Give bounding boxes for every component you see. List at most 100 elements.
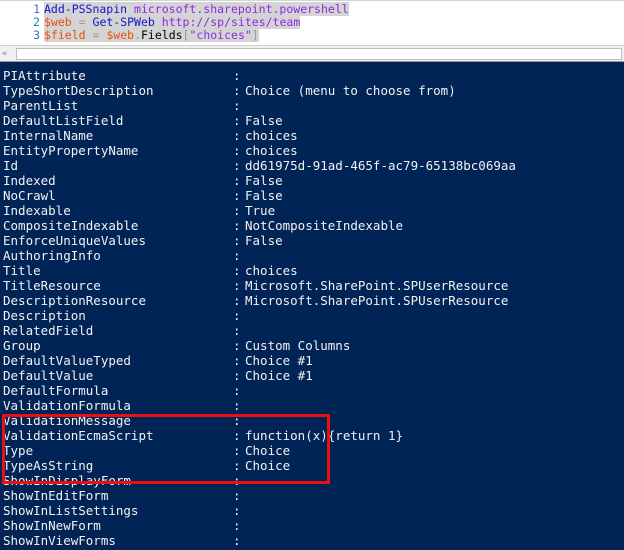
property-name: ParentList [3, 98, 79, 113]
console-property-row: Indexed: False [0, 173, 624, 188]
property-separator: : [233, 413, 241, 428]
console-property-row: DefaultListField: False [0, 113, 624, 128]
console-property-row: Description: [0, 308, 624, 323]
property-name: Indexed [3, 173, 56, 188]
property-name: ValidationEcmaScript [3, 428, 154, 443]
console-property-row: Title: choices [0, 263, 624, 278]
property-separator: : [233, 293, 241, 308]
property-value: choices [245, 143, 298, 158]
property-separator: : [233, 353, 241, 368]
code-token: $web [44, 15, 72, 29]
property-separator: : [233, 173, 241, 188]
property-separator: : [233, 323, 241, 338]
property-separator: : [233, 158, 241, 173]
property-name: ShowInViewForms [3, 533, 116, 548]
console-property-row: CompositeIndexable: NotCompositeIndexable [0, 218, 624, 233]
property-value: Choice #1 [245, 368, 313, 383]
property-value: Choice [245, 443, 291, 458]
property-name: Id [3, 158, 19, 173]
property-name: CompositeIndexable [3, 218, 139, 233]
editor-top-border [0, 0, 624, 1]
property-separator: : [233, 83, 241, 98]
property-name: InternalName [3, 128, 94, 143]
property-value: Microsoft.SharePoint.SPUserResource [245, 293, 509, 308]
property-separator: : [233, 98, 241, 113]
property-name: NoCrawl [3, 188, 56, 203]
property-separator: : [233, 203, 241, 218]
console-property-row: ValidationEcmaScript: function(x){return … [0, 428, 624, 443]
console-property-row: Group: Custom Columns [0, 338, 624, 353]
property-name: ValidationFormula [3, 398, 131, 413]
resize-handle-icon[interactable]: « [2, 49, 11, 59]
splitter-field [16, 48, 622, 60]
property-name: EntityPropertyName [3, 143, 139, 158]
property-value: Microsoft.SharePoint.SPUserResource [245, 278, 509, 293]
property-separator: : [233, 308, 241, 323]
console-property-row: TypeShortDescription: Choice (menu to cho… [0, 83, 624, 98]
code-token: http://sp/sites/team [161, 15, 301, 29]
property-separator: : [233, 383, 241, 398]
property-separator: : [233, 338, 241, 353]
code-token [85, 15, 93, 29]
property-value: NotCompositeIndexable [245, 218, 404, 233]
console-property-row: EntityPropertyName: choices [0, 143, 624, 158]
property-separator: : [233, 143, 241, 158]
powershell-ise-window: 1 Add-PSSnapin microsoft.sharepoint.power… [0, 0, 624, 550]
property-value: dd61975d-91ad-465f-ac79-65138bc069aa [245, 158, 516, 173]
property-separator: : [233, 398, 241, 413]
property-name: Indexable [3, 203, 71, 218]
property-value: False [245, 113, 283, 128]
code-token [127, 2, 135, 16]
property-value: function(x){return 1} [245, 428, 404, 443]
property-name: Type [3, 443, 34, 458]
console-property-row: Type: Choice [0, 443, 624, 458]
property-value: choices [245, 128, 298, 143]
property-separator: : [233, 518, 241, 533]
property-name: DefaultListField [3, 113, 124, 128]
console-property-row: ShowInListSettings: [0, 503, 624, 518]
console-property-row: ParentList: [0, 98, 624, 113]
property-separator: : [233, 68, 241, 83]
code-token: $web [106, 28, 135, 42]
code-token [71, 15, 79, 29]
property-name: DefaultFormula [3, 383, 109, 398]
property-name: ValidationMessage [3, 413, 131, 428]
script-editor-pane[interactable]: 1 Add-PSSnapin microsoft.sharepoint.power… [0, 0, 624, 45]
property-name: AuthoringInfo [3, 248, 101, 263]
console-property-row: PIAttribute: [0, 68, 624, 83]
code-token: "choices" [189, 28, 252, 42]
property-name: ShowInEditForm [3, 488, 109, 503]
property-value: Custom Columns [245, 338, 351, 353]
code-token: Add-PSSnapin [44, 2, 128, 16]
property-name: PIAttribute [3, 68, 86, 83]
property-value: choices [245, 263, 298, 278]
console-property-row: EnforceUniqueValues: False [0, 233, 624, 248]
console-property-row: InternalName: choices [0, 128, 624, 143]
property-value: Choice (menu to choose from) [245, 83, 456, 98]
property-separator: : [233, 248, 241, 263]
code-token: microsoft.sharepoint.powershell [134, 2, 349, 16]
console-property-row: Id: dd61975d-91ad-465f-ac79-65138bc069aa [0, 158, 624, 173]
code-token [154, 15, 162, 29]
property-name: DescriptionResource [3, 293, 146, 308]
property-separator: : [233, 458, 241, 473]
property-name: TypeAsString [3, 458, 94, 473]
property-name: ShowInDisplayForm [3, 473, 131, 488]
console-output-pane[interactable]: PIAttribute: TypeShortDescription: Choice … [0, 62, 624, 550]
property-separator: : [233, 503, 241, 518]
code-token: . [134, 28, 141, 42]
console-property-row: Indexable: True [0, 203, 624, 218]
property-name: RelatedField [3, 323, 94, 338]
property-separator: : [233, 128, 241, 143]
line-number: 3 [33, 28, 40, 42]
console-property-row: RelatedField: [0, 323, 624, 338]
property-separator: : [233, 188, 241, 203]
property-name: DefaultValueTyped [3, 353, 131, 368]
property-separator: : [233, 443, 241, 458]
code-token: $field [44, 28, 86, 42]
code-text[interactable]: $field = $web.Fields["choices"] [44, 28, 259, 42]
property-separator: : [233, 428, 241, 443]
pane-splitter[interactable]: « [0, 45, 624, 62]
property-value: Choice [245, 458, 291, 473]
property-separator: : [233, 368, 241, 383]
